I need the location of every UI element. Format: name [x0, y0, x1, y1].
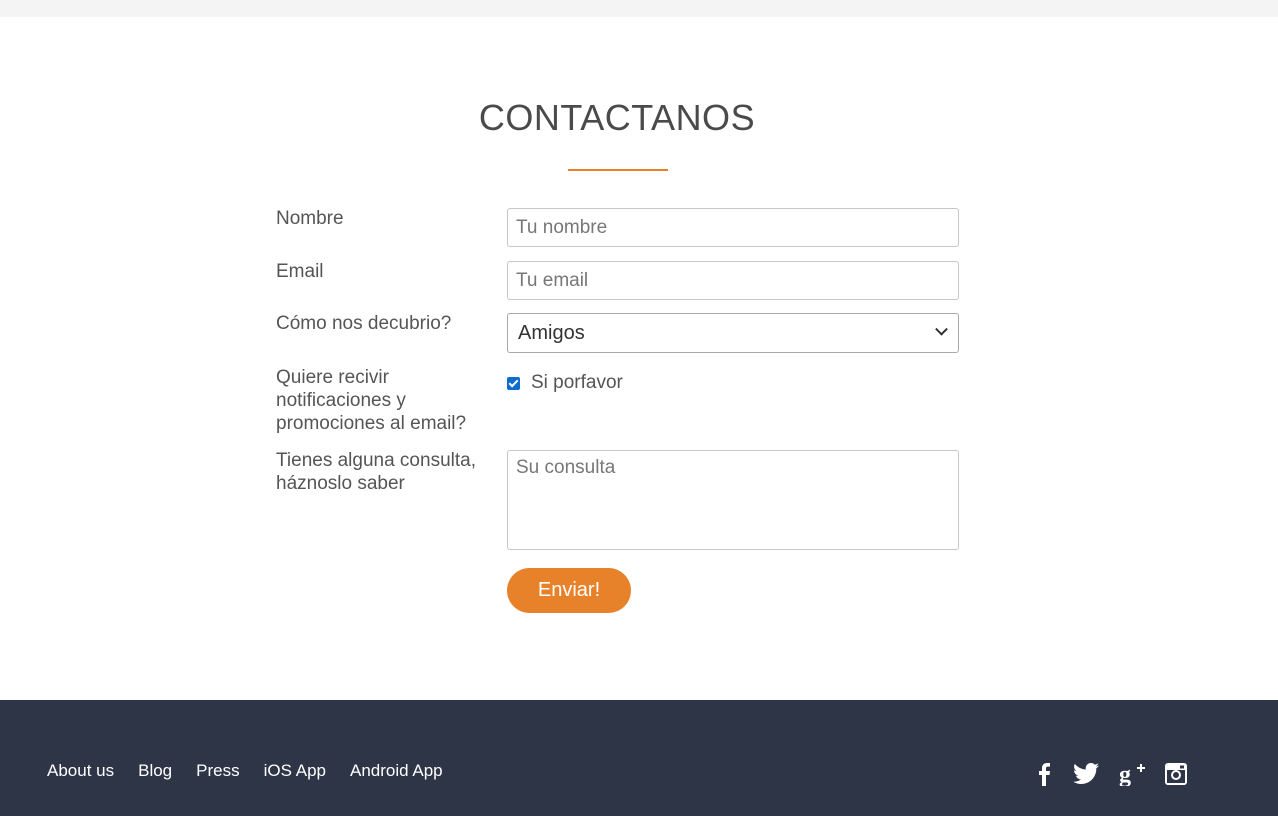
source-select-value: Amigos	[518, 321, 585, 344]
chevron-down-icon	[935, 322, 948, 336]
contact-section: CONTACTANOS Nombre Email Cómo nos decubr…	[0, 17, 1278, 700]
footer-link-android[interactable]: Android App	[350, 761, 443, 780]
notifications-label: Quiere recivir notificaciones y promocio…	[276, 367, 467, 434]
footer-links: About us Blog Press iOS App Android App	[47, 761, 443, 781]
email-label: Email	[276, 261, 324, 282]
footer-link-ios[interactable]: iOS App	[264, 761, 326, 780]
source-label: Cómo nos decubrio?	[276, 313, 452, 334]
name-input[interactable]	[507, 208, 959, 247]
twitter-icon[interactable]	[1073, 763, 1099, 785]
email-input[interactable]	[507, 261, 959, 300]
submit-button[interactable]: Enviar!	[507, 568, 631, 613]
social-links: g	[1035, 762, 1187, 786]
google-plus-icon[interactable]: g	[1119, 762, 1145, 786]
name-label: Nombre	[276, 208, 344, 229]
footer-link-about[interactable]: About us	[47, 761, 114, 780]
query-textarea[interactable]	[507, 450, 959, 550]
source-select[interactable]: Amigos	[507, 313, 959, 353]
facebook-icon[interactable]	[1035, 762, 1053, 786]
svg-text:g: g	[1119, 762, 1131, 786]
query-label: Tienes alguna consulta, háznoslo saber	[276, 450, 476, 494]
footer: About us Blog Press iOS App Android App …	[0, 700, 1278, 816]
instagram-icon[interactable]	[1165, 763, 1187, 785]
page-title: CONTACTANOS	[478, 97, 756, 138]
top-strip	[0, 0, 1278, 17]
notifications-option: Si porfavor	[507, 372, 623, 394]
footer-link-blog[interactable]: Blog	[138, 761, 172, 780]
notifications-checkbox[interactable]	[507, 376, 520, 390]
notifications-checkbox-label[interactable]: Si porfavor	[531, 372, 623, 394]
title-underline	[568, 169, 668, 171]
footer-link-press[interactable]: Press	[196, 761, 239, 780]
